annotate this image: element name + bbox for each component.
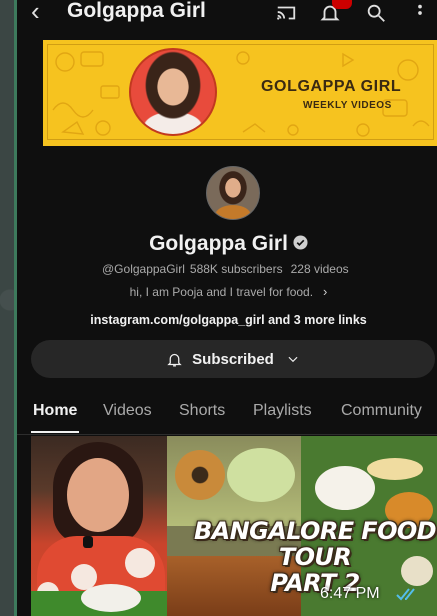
subscribed-button[interactable]: Subscribed (31, 340, 435, 378)
thumbnail-title: BANGALORE FOOD TOUR PART 2 (185, 518, 437, 596)
thumbnail-host-panel (31, 436, 167, 616)
verified-check-icon (293, 235, 308, 250)
banner-title: GOLGAPPA GIRL (261, 78, 402, 95)
tab-playlists[interactable]: Playlists (253, 402, 312, 420)
back-arrow-icon[interactable]: ‹ (31, 0, 40, 24)
subscribed-label: Subscribed (192, 350, 274, 368)
host-face (67, 458, 129, 532)
app-top-bar: ‹ Golgappa Girl (17, 0, 437, 34)
lapel-mic (83, 536, 93, 548)
message-timestamp: 6:47 PM (320, 585, 380, 602)
rice (315, 466, 375, 510)
thumbnail-title-line1: BANGALORE FOOD TOUR (193, 517, 437, 571)
channel-description[interactable]: hi, I am Pooja and I travel for food. › (17, 284, 437, 299)
tab-shorts[interactable]: Shorts (179, 402, 225, 420)
tab-community[interactable]: Community (341, 402, 422, 420)
notification-badge (332, 0, 352, 9)
channel-name: Golgappa Girl (17, 232, 437, 256)
bell-icon (167, 353, 182, 367)
dal (367, 458, 423, 480)
shirt-pattern (125, 548, 155, 578)
chevron-right-icon: › (323, 284, 328, 299)
tab-home[interactable]: Home (33, 402, 77, 420)
banner-host-photo (129, 48, 217, 136)
subscriber-count: 588K subscribers (189, 262, 283, 276)
channel-avatar[interactable] (206, 166, 260, 220)
top-bar-title: Golgappa Girl (67, 0, 206, 22)
tab-videos[interactable]: Videos (103, 402, 152, 420)
double-check-read-icon (396, 588, 415, 601)
channel-description-text: hi, I am Pooja and I travel for food. (129, 285, 314, 299)
channel-tabs: Home Videos Shorts Playlists Community (17, 398, 437, 435)
rice-heap (81, 584, 141, 612)
video-count: 228 videos (290, 262, 349, 276)
more-vertical-icon[interactable] (409, 2, 431, 24)
active-tab-indicator (31, 431, 79, 433)
chutney-bowl (227, 448, 295, 502)
chevron-down-icon (288, 356, 298, 363)
channel-links[interactable]: instagram.com/golgappa_girl and 3 more l… (17, 313, 437, 327)
vada (175, 450, 225, 500)
search-icon[interactable] (365, 2, 387, 24)
channel-name-text: Golgappa Girl (149, 232, 288, 255)
youtube-channel-screenshot[interactable]: ‹ Golgappa Girl GOLGAPPA GIRL WEEKLY VID… (14, 0, 437, 616)
banner-subtitle: WEEKLY VIDEOS (303, 100, 392, 111)
channel-meta: @GolgappaGirl 588K subscribers 228 videos (102, 262, 349, 276)
channel-banner: GOLGAPPA GIRL WEEKLY VIDEOS (43, 40, 437, 146)
channel-handle: @GolgappaGirl (102, 262, 185, 276)
cast-icon[interactable] (275, 2, 297, 24)
